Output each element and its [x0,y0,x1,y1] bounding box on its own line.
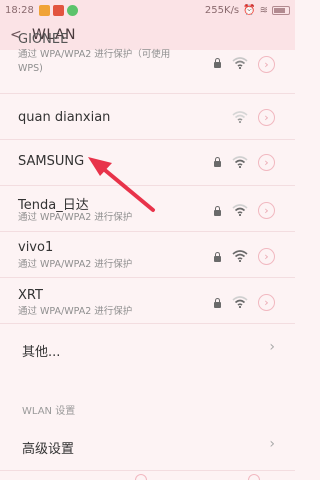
wifi-signal-icon [232,111,248,123]
wifi-signal-icon [232,57,248,69]
network-name: GIONEE [18,32,69,47]
network-name: XRT [18,288,43,303]
network-security: 通过 WPA/WPA2 进行保护 [18,306,133,317]
network-item[interactable]: GIONEE 通过 WPA/WPA2 进行保护（可使用 WPS) › [0,32,295,94]
advanced-settings-label: 高级设置 [22,442,75,457]
advanced-settings-item[interactable]: 高级设置 › [0,428,295,468]
lock-icon [214,58,221,68]
section-header: WLAN 设置 [22,406,76,417]
nav-dot-icon [248,474,260,480]
other-network-label: 其他... [22,345,61,360]
network-security: 通过 WPA/WPA2 进行保护 [18,259,133,270]
chevron-right-icon: › [269,339,275,355]
status-bar: 18:28 255K/s ⏰ ≋ [0,0,295,20]
wifi-signal-icon [232,204,248,216]
network-detail-button[interactable]: › [258,154,275,171]
app-notification-icon [38,4,50,16]
network-name: vivo1 [18,240,54,255]
network-name: quan dianxian [18,110,111,125]
lock-icon [214,298,221,308]
wifi-status-icon: ≋ [259,4,268,16]
network-security: 通过 WPA/WPA2 进行保护 [18,212,133,223]
network-item[interactable]: SAMSUNG › [0,140,295,186]
status-time: 18:28 [5,4,34,16]
chevron-right-icon: › [269,436,275,452]
nav-dot-icon [135,474,147,480]
lock-icon [214,206,221,216]
app-notification-icon [52,4,64,16]
network-item[interactable]: vivo1 通过 WPA/WPA2 进行保护 › [0,232,295,278]
wifi-signal-icon [232,250,248,262]
network-speed: 255K/s [204,4,240,16]
network-detail-button[interactable]: › [258,109,275,126]
network-name: SAMSUNG [18,154,85,169]
network-detail-button[interactable]: › [258,56,275,73]
network-security: WPS) [18,63,43,74]
lock-icon [214,252,221,262]
app-notification-icon [66,4,78,16]
network-item[interactable]: Tenda_日达 通过 WPA/WPA2 进行保护 › [0,186,295,232]
network-security: 通过 WPA/WPA2 进行保护（可使用 [18,49,171,60]
network-item[interactable]: XRT 通过 WPA/WPA2 进行保护 › [0,278,295,324]
battery-icon [272,5,290,15]
network-item[interactable]: quan dianxian › [0,94,295,140]
alarm-icon: ⏰ [243,4,256,16]
network-detail-button[interactable]: › [258,248,275,265]
network-detail-button[interactable]: › [258,294,275,311]
network-detail-button[interactable]: › [258,202,275,219]
lock-icon [214,157,221,167]
wifi-signal-icon [232,296,248,308]
wifi-signal-icon [232,156,248,168]
other-network-item[interactable]: 其他... › [0,324,295,374]
